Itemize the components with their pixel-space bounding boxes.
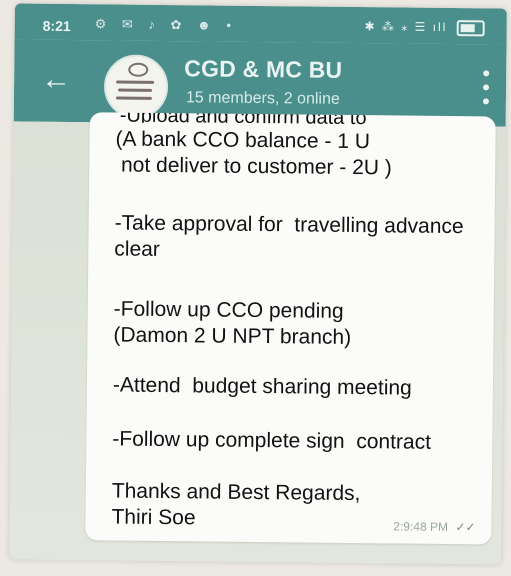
message-line-8: -Follow up complete sign contract [112, 427, 432, 454]
logo-mark-icon [128, 62, 149, 77]
message-cutoff-line: -Upload and confirm data to [119, 112, 367, 126]
group-avatar[interactable] [103, 54, 169, 120]
signal-icons: ✱ ⁂ ⁎ ☰ ıll [364, 19, 448, 35]
message-line-9: Thanks and Best Regards, [111, 479, 361, 506]
message-line-10: Thiri Soe [111, 505, 196, 530]
notification-icons: ⚙ ✉ ♪ ✿ ☻ • [94, 16, 238, 33]
group-subtitle: 15 members, 2 online [185, 89, 340, 108]
phone-screen: 8:21 ⚙ ✉ ♪ ✿ ☻ • ✱ ⁂ ⁎ ☰ ıll ← CGD & MC … [9, 3, 507, 565]
system-icons: ✱ ⁂ ⁎ ☰ ıll [364, 19, 485, 37]
more-options-icon[interactable] [476, 70, 496, 105]
battery-icon [456, 20, 485, 37]
back-arrow-icon[interactable]: ← [38, 62, 74, 98]
read-check-icon: ✓✓ [455, 520, 476, 535]
message-time: 2:9:48 PM [393, 519, 449, 535]
message-line-2: not deliver to customer - 2U ) [115, 153, 392, 180]
message-bubble[interactable]: -Upload and confirm data to (A bank CCO … [85, 112, 496, 545]
message-line-4: clear [114, 237, 161, 261]
message-line-3: -Take approval for travelling advance [114, 211, 464, 239]
message-line-7: -Attend budget sharing meeting [112, 373, 412, 400]
message-line-5: -Follow up CCO pending [113, 297, 344, 323]
status-time: 8:21 [42, 17, 71, 35]
message-line-1: (A bank CCO balance - 1 U [115, 127, 371, 154]
chat-area: -Upload and confirm data to (A bank CCO … [9, 112, 506, 565]
message-meta: 2:9:48 PM ✓✓ [393, 519, 475, 534]
message-line-6: (Damon 2 U NPT branch) [113, 323, 352, 349]
status-bar: 8:21 ⚙ ✉ ♪ ✿ ☻ • ✱ ⁂ ⁎ ☰ ıll [14, 3, 507, 45]
group-title[interactable]: CGD & MC BU [184, 55, 342, 84]
